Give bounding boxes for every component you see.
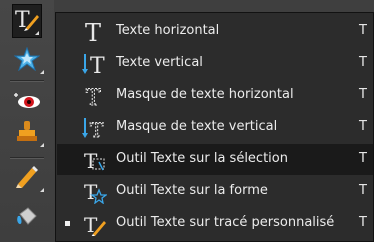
star-badge-icon (13, 46, 41, 75)
flyout-indicator-icon (40, 143, 44, 147)
red-eye-icon (12, 89, 42, 115)
horizontal-type-icon: T (79, 19, 109, 44)
menu-item-type-on-shape[interactable]: T Outil Texte sur la forme T (57, 176, 373, 207)
menu-item-type-on-selection[interactable]: T Outil Texte sur la sélection T (57, 144, 373, 175)
menu-item-label: Masque de texte horizontal (116, 87, 294, 102)
svg-text:T: T (90, 118, 104, 140)
shortcut-key: T (359, 119, 367, 134)
menu-item-label: Outil Texte sur la forme (116, 183, 268, 198)
type-on-path-icon: T (79, 211, 109, 236)
menu-item-label: Masque de texte vertical (116, 119, 278, 134)
shape-tool-button[interactable] (8, 46, 46, 76)
shortcut-key: T (359, 151, 367, 166)
shortcut-key: T (359, 183, 367, 198)
menu-item-label: Texte vertical (116, 55, 203, 70)
svg-text:T: T (90, 54, 105, 76)
flyout-indicator-icon (40, 188, 44, 192)
tools-panel: T (0, 0, 54, 242)
type-on-selection-icon: T (79, 147, 109, 172)
svg-text:T: T (85, 20, 101, 44)
shortcut-key: T (359, 215, 367, 230)
menu-item-vertical-type-mask[interactable]: T Masque de texte vertical T (57, 112, 373, 143)
svg-text:T: T (86, 86, 101, 108)
paint-bucket-tool-button[interactable] (8, 204, 46, 234)
active-tool-check-icon (65, 221, 70, 226)
shortcut-key: T (359, 87, 367, 102)
menu-item-horizontal-type[interactable]: T Texte horizontal T (57, 16, 373, 47)
text-tool-button[interactable]: T (12, 4, 42, 38)
shortcut-key: T (359, 55, 367, 70)
stamp-tool-button[interactable] (8, 119, 46, 149)
menu-item-label: Texte horizontal (116, 23, 220, 38)
type-tools-flyout-menu: T Texte horizontal T T Texte vertical T … (55, 12, 374, 242)
clone-stamp-icon (14, 119, 40, 149)
horizontal-type-mask-icon: T (79, 83, 109, 108)
pencil-icon (14, 164, 40, 194)
menu-item-vertical-type[interactable]: T Texte vertical T (57, 48, 373, 79)
type-on-shape-icon: T (79, 179, 109, 204)
red-eye-tool-button[interactable] (8, 87, 46, 117)
paint-bucket-icon (14, 204, 40, 234)
menu-item-horizontal-type-mask[interactable]: T Masque de texte horizontal T (57, 80, 373, 111)
shortcut-key: T (359, 23, 367, 38)
pencil-tool-button[interactable] (8, 164, 46, 194)
menu-item-label: Outil Texte sur la sélection (116, 151, 288, 166)
menu-item-type-on-path[interactable]: T Outil Texte sur tracé personnalisé T (57, 208, 373, 239)
vertical-type-mask-icon: T (79, 115, 109, 140)
flyout-indicator-icon (35, 31, 39, 35)
flyout-indicator-icon (40, 70, 44, 74)
vertical-type-icon: T (79, 51, 109, 76)
menu-item-label: Outil Texte sur tracé personnalisé (116, 215, 335, 230)
